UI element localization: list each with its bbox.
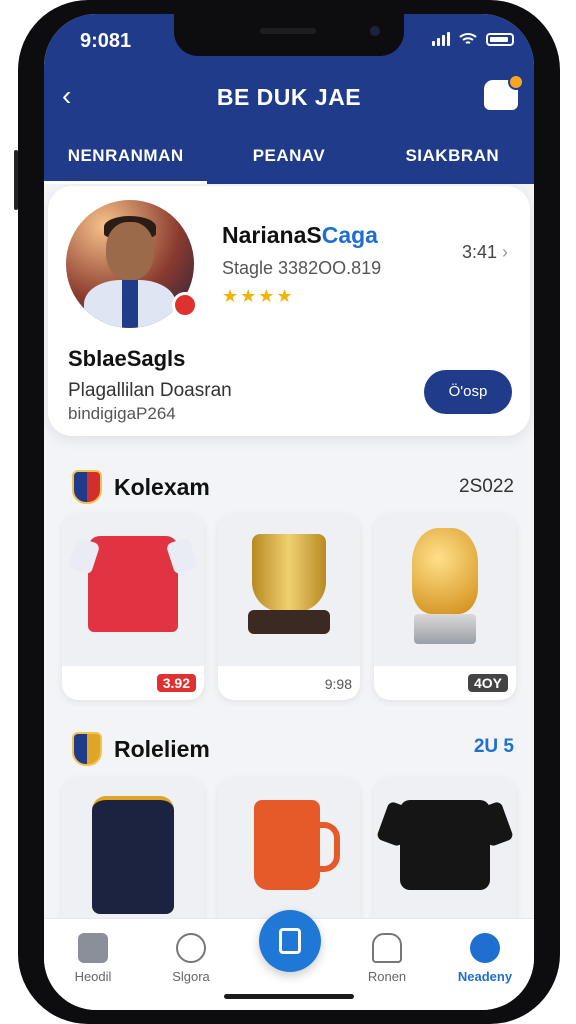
bell-icon xyxy=(372,933,402,963)
phone-frame: 9:081 ‹ BE DUK JAE NENRANMAN PEANAV SIAK… xyxy=(14,0,560,1024)
nav-home[interactable]: Heodil xyxy=(53,933,133,984)
nav-label-home: Heodil xyxy=(74,969,112,984)
section-title-1: Kolexam xyxy=(72,470,210,504)
club-badge-icon xyxy=(172,292,198,318)
tab-3[interactable]: SIAKBRAN xyxy=(371,142,534,184)
profile-name-accent: Caga xyxy=(321,222,378,248)
home-icon xyxy=(78,933,108,963)
avatar-head xyxy=(106,222,154,280)
chevron-right-icon: › xyxy=(502,242,508,262)
screen: 9:081 ‹ BE DUK JAE NENRANMAN PEANAV SIAK… xyxy=(44,14,534,1010)
status-icons xyxy=(432,32,514,46)
tab-bar: NENRANMAN PEANAV SIAKBRAN xyxy=(44,142,534,184)
section-title-text-2: Roleliem xyxy=(114,735,210,762)
camera xyxy=(370,26,380,36)
wifi-icon xyxy=(459,33,477,44)
avatar-stripe xyxy=(122,280,138,328)
profile-stat: Stagle 3382OO.819 xyxy=(222,258,382,278)
status-time: 9:081 xyxy=(80,30,132,52)
mug-icon xyxy=(254,800,340,890)
rating-stars: ★★★★ xyxy=(222,286,295,306)
page-title: BE DUK JAE xyxy=(216,84,362,110)
profile-bio: Plagallilan Doasran xyxy=(68,380,232,401)
nav-explore[interactable]: Slgora xyxy=(151,933,231,984)
bag-icon[interactable] xyxy=(484,74,524,110)
nav-label-explore: Slgora xyxy=(172,969,210,984)
nav-label-notifications: Ronen xyxy=(367,969,407,984)
section-title-2: Roleliem xyxy=(72,732,210,766)
compass-icon xyxy=(176,933,206,963)
profile-name-main: NarianaS xyxy=(222,222,322,248)
crest-icon xyxy=(72,470,102,504)
product-image xyxy=(218,514,360,666)
section-count-1: 2S022 xyxy=(459,476,514,497)
product-price: 4OY xyxy=(467,674,508,692)
battery-icon xyxy=(486,32,514,46)
product-image xyxy=(374,514,516,666)
profile-card: NarianaSCaga Stagle 3382OO.819 ★★★★ 3:41… xyxy=(48,186,530,436)
product-card[interactable]: 3.92 xyxy=(62,514,204,700)
tank-top-icon xyxy=(92,796,174,914)
user-icon xyxy=(470,933,500,963)
trophy-icon xyxy=(412,528,478,614)
product-image xyxy=(374,778,516,930)
trophy-base xyxy=(414,614,476,644)
product-card[interactable]: 4OY xyxy=(374,514,516,700)
section-title-text-1: Kolexam xyxy=(114,473,210,500)
notch xyxy=(174,14,404,56)
action-button[interactable]: Ö'osp xyxy=(424,370,512,414)
notification-dot xyxy=(508,74,524,90)
shirt-icon xyxy=(400,800,490,890)
product-grid-1: 3.92 9:98 4OY xyxy=(62,514,518,700)
profile-time-value: 3:41 xyxy=(461,242,497,262)
profile-handle: bindigigaP264 xyxy=(68,404,176,423)
tab-1[interactable]: NENRANMAN xyxy=(44,142,208,184)
nav-label-profile: Neadeny xyxy=(457,969,513,984)
profile-subname: SblaeSagls xyxy=(68,346,186,371)
cup-base xyxy=(248,610,330,634)
home-indicator xyxy=(224,994,354,999)
edit-icon xyxy=(279,928,301,954)
product-image xyxy=(62,514,204,666)
section-count-2: 2U 5 xyxy=(473,736,514,757)
profile-time[interactable]: 3:41 › xyxy=(462,242,508,263)
nav-notifications[interactable]: Ronen xyxy=(347,933,427,984)
product-card[interactable]: 9:98 xyxy=(218,514,360,700)
tab-2[interactable]: PEANAV xyxy=(207,142,370,184)
jersey-icon xyxy=(88,536,178,632)
crest-icon xyxy=(72,732,102,766)
product-image xyxy=(62,778,204,930)
profile-name: NarianaSCaga xyxy=(222,222,378,249)
product-price: 3.92 xyxy=(156,674,196,692)
signal-icon xyxy=(432,32,450,46)
product-price: 9:98 xyxy=(324,676,352,692)
speaker xyxy=(260,28,316,34)
nav-profile[interactable]: Neadeny xyxy=(445,933,525,984)
edit-fab-button[interactable] xyxy=(259,910,321,972)
cup-icon xyxy=(252,534,326,612)
product-image xyxy=(218,778,360,930)
